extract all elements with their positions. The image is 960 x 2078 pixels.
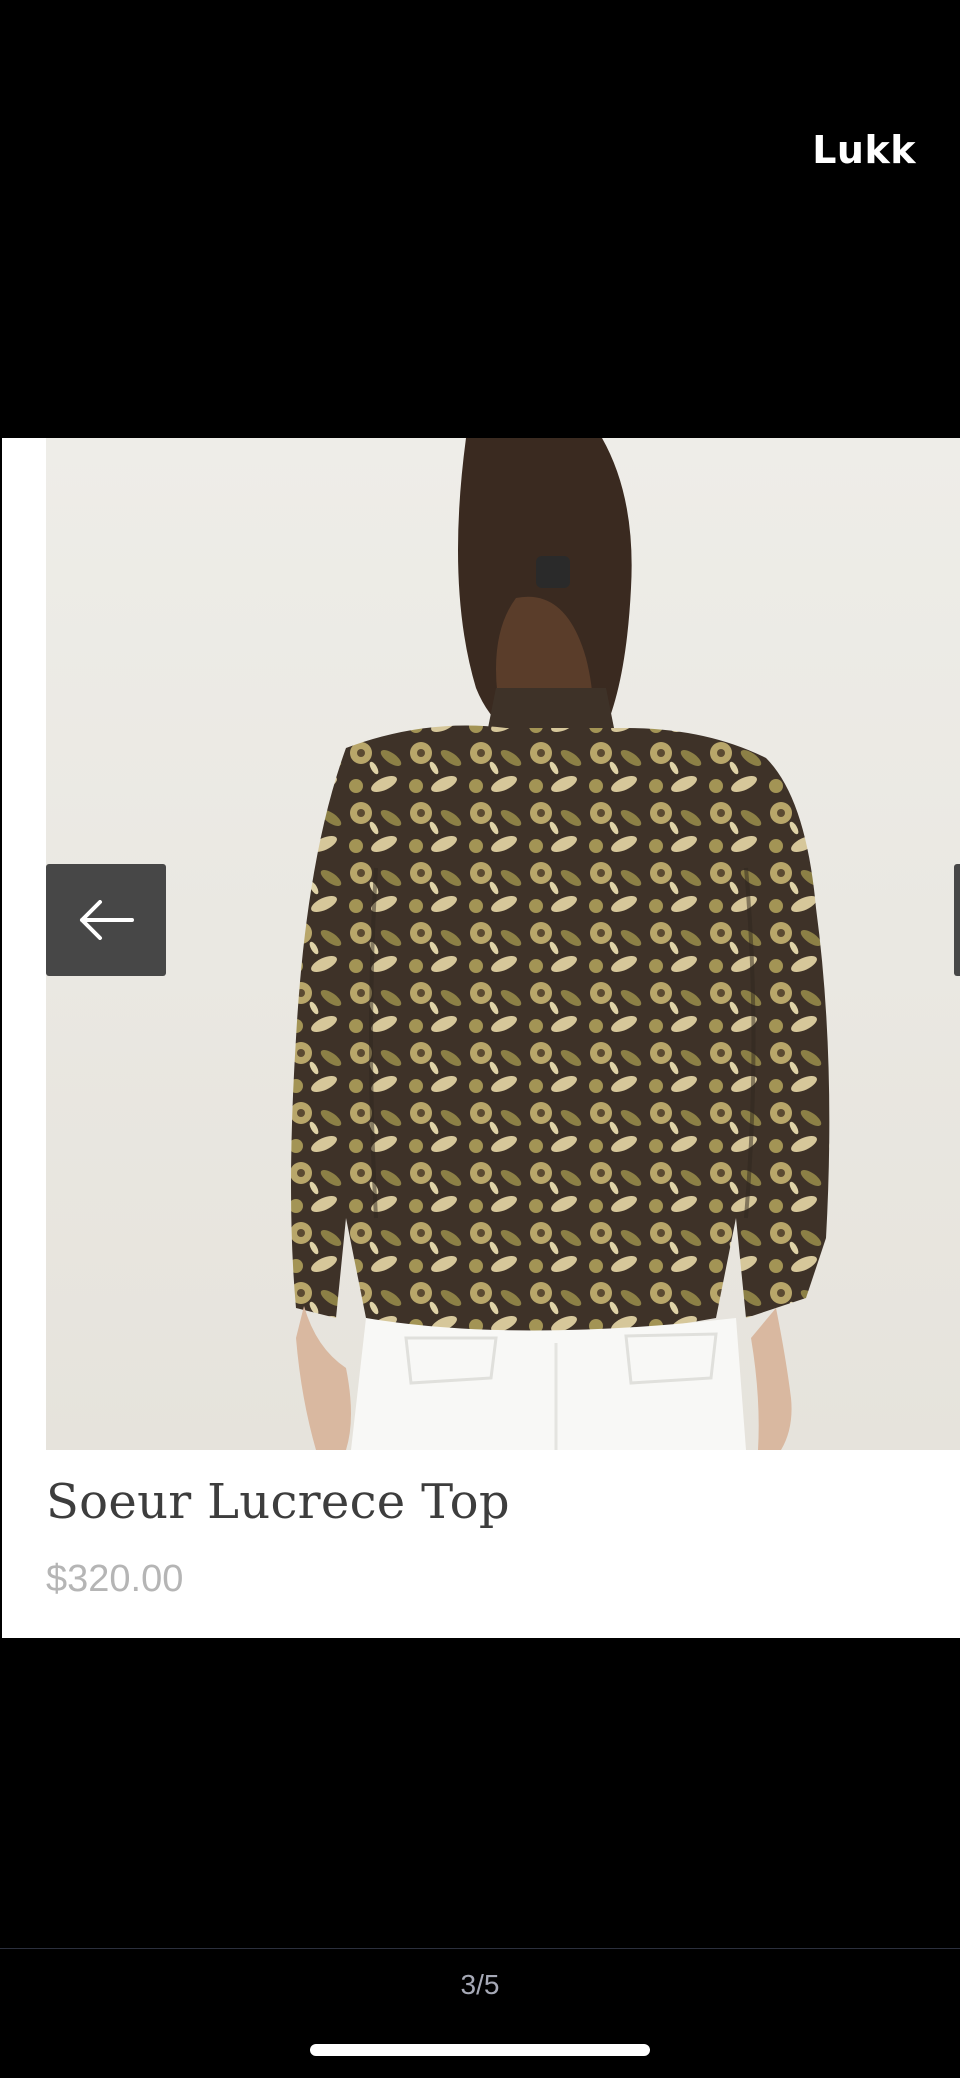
home-indicator[interactable] xyxy=(310,2044,650,2056)
page-indicator: 3/5 xyxy=(0,1948,960,2001)
next-image-button[interactable] xyxy=(954,864,960,976)
close-button[interactable]: Lukk xyxy=(812,128,916,172)
previous-image-button[interactable] xyxy=(46,864,166,976)
product-price: $320.00 xyxy=(46,1558,184,1600)
product-image[interactable] xyxy=(46,438,960,1450)
product-card: Soeur Lucrece Top $320.00 xyxy=(2,438,960,1638)
arrow-left-icon xyxy=(80,900,134,940)
product-title: Soeur Lucrece Top xyxy=(46,1474,510,1530)
product-photo xyxy=(46,438,960,1450)
